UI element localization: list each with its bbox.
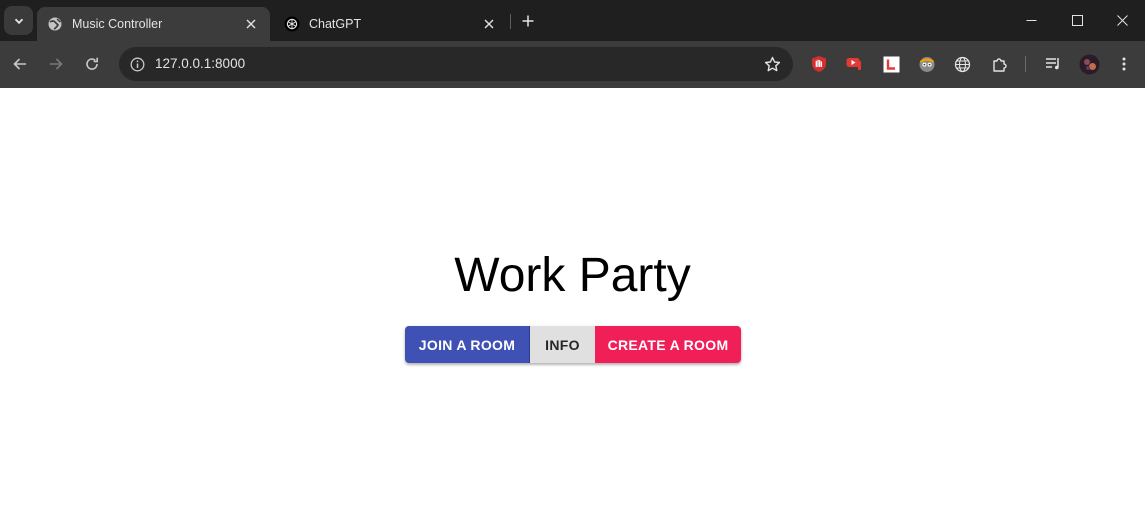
kebab-menu-icon (1122, 57, 1126, 71)
create-room-button[interactable]: CREATE A ROOM (595, 326, 741, 363)
arrow-left-icon (13, 58, 26, 70)
maximize-button[interactable] (1054, 0, 1100, 41)
tab-music-controller[interactable]: Music Controller (37, 7, 270, 41)
maximize-icon (1071, 15, 1083, 26)
minimize-icon (1026, 20, 1036, 21)
url-text[interactable]: 127.0.0.1:8000 (155, 56, 245, 71)
forward-button[interactable] (42, 50, 70, 78)
page-content: Work Party JOIN A ROOM INFO CREATE A ROO… (0, 88, 1145, 516)
close-icon[interactable] (242, 15, 260, 33)
close-window-button[interactable] (1099, 0, 1145, 41)
arrow-right-icon (50, 58, 63, 70)
star-icon (764, 56, 780, 71)
back-button[interactable] (6, 50, 34, 78)
new-tab-button[interactable] (516, 9, 540, 33)
youtube-dislike-icon[interactable] (843, 53, 865, 75)
tab-title: Music Controller (72, 17, 163, 31)
tab-search-button[interactable] (4, 6, 33, 35)
reload-icon (86, 57, 98, 70)
ublock-icon[interactable] (808, 53, 830, 75)
puzzle-extensions-icon[interactable] (988, 53, 1010, 75)
close-icon[interactable] (480, 15, 498, 33)
avatar[interactable] (1078, 53, 1100, 75)
chevron-down-icon (14, 18, 23, 24)
browser-toolbar: 127.0.0.1:8000 (0, 41, 1145, 88)
button-group: JOIN A ROOM INFO CREATE A ROOM (405, 326, 741, 363)
info-icon (130, 57, 144, 71)
info-button[interactable]: INFO (530, 326, 595, 363)
tab-title: ChatGPT (309, 17, 362, 31)
globe-extension-icon[interactable] (951, 53, 973, 75)
page-title: Work Party (454, 249, 691, 302)
bookmark-button[interactable] (761, 53, 783, 75)
join-room-button[interactable]: JOIN A ROOM (405, 326, 530, 363)
avatar-extension-icon[interactable] (916, 53, 938, 75)
toolbar-separator (1025, 56, 1026, 72)
site-info-button[interactable] (125, 52, 149, 76)
address-bar[interactable]: 127.0.0.1:8000 (119, 47, 793, 81)
tab-separator (510, 14, 511, 29)
media-controls-icon[interactable] (1042, 53, 1064, 75)
tab-chatgpt[interactable]: ChatGPT (274, 7, 508, 41)
close-icon (1116, 15, 1128, 26)
language-reactor-icon[interactable] (880, 53, 902, 75)
openai-icon (284, 16, 300, 32)
globe-icon (47, 16, 63, 32)
tab-strip: Music Controller ChatGPT (0, 0, 1145, 41)
menu-button[interactable] (1113, 53, 1135, 75)
reload-button[interactable] (78, 50, 106, 78)
minimize-button[interactable] (1008, 0, 1054, 41)
plus-icon (522, 15, 534, 27)
